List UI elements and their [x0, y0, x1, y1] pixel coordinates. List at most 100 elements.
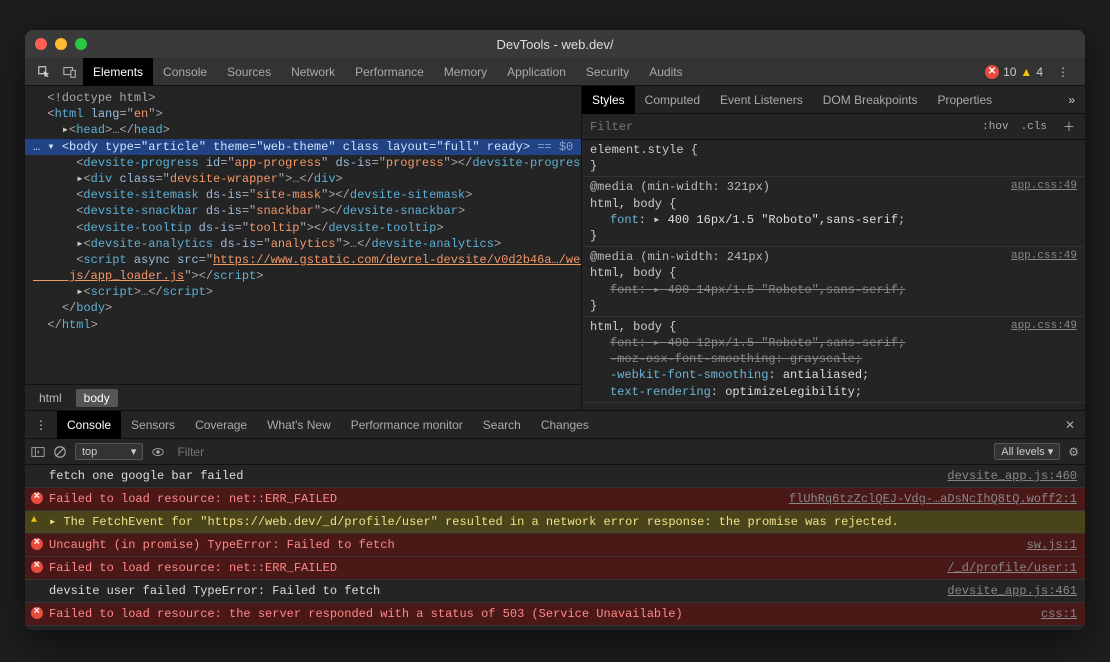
- console-settings-icon[interactable]: ⚙: [1068, 445, 1079, 459]
- minimize-window-button[interactable]: [55, 38, 67, 50]
- dom-node[interactable]: <script async src="https://www.gstatic.c…: [25, 252, 581, 284]
- device-toolbar-icon[interactable]: [57, 65, 83, 79]
- styles-more-tabs[interactable]: »: [1058, 93, 1085, 107]
- rule-source-link[interactable]: app.css:49: [1011, 179, 1077, 194]
- drawer-tab-what-s-new[interactable]: What's New: [257, 411, 341, 439]
- drawer-close-icon[interactable]: ✕: [1055, 418, 1085, 432]
- crumb-body[interactable]: body: [76, 389, 118, 407]
- log-source-link[interactable]: devsite_app.js:460: [947, 467, 1077, 485]
- dom-node[interactable]: … ▾ <body type="article" theme="web-them…: [25, 139, 581, 155]
- rule-source-link[interactable]: app.css:49: [1011, 249, 1077, 264]
- console-filter-input[interactable]: [173, 445, 986, 459]
- dom-node[interactable]: <devsite-snackbar ds-is="snackbar"></dev…: [25, 203, 581, 219]
- drawer-menu-icon[interactable]: ⋮: [25, 418, 57, 432]
- hov-toggle[interactable]: :hov: [976, 121, 1014, 133]
- drawer-tab-changes[interactable]: Changes: [531, 411, 599, 439]
- elements-panel: <!doctype html> <html lang="en"> ▸<head>…: [25, 86, 581, 410]
- dom-node[interactable]: ▸<script>…</script>: [25, 284, 581, 300]
- clear-console-icon[interactable]: [53, 445, 67, 459]
- error-count[interactable]: 10: [1003, 65, 1016, 79]
- css-rule[interactable]: app.css:49html, body {font: ▸ 400 12px/1…: [582, 317, 1085, 403]
- log-source-link[interactable]: devsite_app.js:461: [947, 582, 1077, 600]
- dom-node[interactable]: <devsite-tooltip ds-is="tooltip"></devsi…: [25, 220, 581, 236]
- new-style-rule-button[interactable]: ＋: [1053, 118, 1085, 135]
- rule-source-link[interactable]: app.css:49: [1011, 319, 1077, 334]
- crumb-html[interactable]: html: [31, 389, 70, 407]
- console-message[interactable]: Failed to load resource: net::ERR_FAILED…: [25, 488, 1085, 511]
- styles-filter-input[interactable]: [582, 120, 976, 134]
- console-context-selector[interactable]: top ▾: [75, 443, 143, 460]
- tab-application[interactable]: Application: [497, 58, 576, 86]
- tab-sources[interactable]: Sources: [217, 58, 281, 86]
- dom-node[interactable]: <devsite-progress id="app-progress" ds-i…: [25, 155, 581, 171]
- log-source-link[interactable]: flUhRq6tzZclQEJ-Vdg-…aDsNcIhQ8tQ.woff2:1: [789, 490, 1077, 508]
- styles-subtabs: StylesComputedEvent ListenersDOM Breakpo…: [582, 86, 1085, 114]
- css-rule[interactable]: app.css:49@media (min-width: 241px)html,…: [582, 247, 1085, 317]
- main-area: <!doctype html> <html lang="en"> ▸<head>…: [25, 86, 1085, 410]
- css-rule[interactable]: element.style {}: [582, 140, 1085, 177]
- drawer-tab-console[interactable]: Console: [57, 411, 121, 439]
- console-message[interactable]: devsite user failed TypeError: Failed to…: [25, 580, 1085, 603]
- tab-elements[interactable]: Elements: [83, 58, 153, 86]
- dom-node[interactable]: ▸<div class="devsite-wrapper">…</div>: [25, 171, 581, 187]
- drawer-tabs: ⋮ConsoleSensorsCoverageWhat's NewPerform…: [25, 411, 1085, 439]
- warning-badge-icon[interactable]: ▲: [1020, 65, 1032, 79]
- styles-tab-computed[interactable]: Computed: [635, 86, 710, 114]
- styles-tab-dom-breakpoints[interactable]: DOM Breakpoints: [813, 86, 928, 114]
- tab-security[interactable]: Security: [576, 58, 639, 86]
- log-level-selector[interactable]: All levels ▾: [994, 443, 1060, 460]
- styles-rules-list[interactable]: element.style {}app.css:49@media (min-wi…: [582, 140, 1085, 410]
- styles-tab-properties[interactable]: Properties: [927, 86, 1002, 114]
- dom-node[interactable]: ▸<devsite-analytics ds-is="analytics">…<…: [25, 236, 581, 252]
- window-title: DevTools - web.dev/: [496, 37, 613, 52]
- log-source-link[interactable]: /_d/profile/user:1: [947, 559, 1077, 577]
- main-menu-icon[interactable]: ⋮: [1047, 65, 1079, 79]
- console-prompt[interactable]: [25, 626, 1085, 630]
- drawer-tab-sensors[interactable]: Sensors: [121, 411, 185, 439]
- dom-node[interactable]: ▸<head>…</head>: [25, 122, 581, 138]
- log-text: Failed to load resource: net::ERR_FAILED: [49, 559, 337, 577]
- tab-memory[interactable]: Memory: [434, 58, 497, 86]
- console-message[interactable]: ▸ The FetchEvent for "https://web.dev/_d…: [25, 511, 1085, 534]
- console-log-list[interactable]: fetch one google bar faileddevsite_app.j…: [25, 465, 1085, 630]
- drawer-tab-search[interactable]: Search: [473, 411, 531, 439]
- error-badge-icon[interactable]: ✕: [985, 65, 999, 79]
- log-text: ▸ The FetchEvent for "https://web.dev/_d…: [49, 513, 899, 531]
- console-message[interactable]: Failed to load resource: the server resp…: [25, 603, 1085, 626]
- log-source-link[interactable]: sw.js:1: [1027, 536, 1077, 554]
- dom-tree[interactable]: <!doctype html> <html lang="en"> ▸<head>…: [25, 86, 581, 384]
- breadcrumb: html body: [25, 384, 581, 410]
- cls-toggle[interactable]: .cls: [1015, 121, 1053, 133]
- css-rule[interactable]: app.css:49@media (min-width: 321px)html,…: [582, 177, 1085, 247]
- console-message[interactable]: fetch one google bar faileddevsite_app.j…: [25, 465, 1085, 488]
- dom-node[interactable]: </html>: [25, 317, 581, 333]
- main-toolbar: ElementsConsoleSourcesNetworkPerformance…: [25, 58, 1085, 86]
- tab-network[interactable]: Network: [281, 58, 345, 86]
- dom-node[interactable]: <!doctype html>: [25, 90, 581, 106]
- styles-tab-event-listeners[interactable]: Event Listeners: [710, 86, 813, 114]
- log-text: Failed to load resource: the server resp…: [49, 605, 683, 623]
- zoom-window-button[interactable]: [75, 38, 87, 50]
- inspect-element-icon[interactable]: [31, 65, 57, 79]
- console-message[interactable]: Uncaught (in promise) TypeError: Failed …: [25, 534, 1085, 557]
- dom-node[interactable]: </body>: [25, 300, 581, 316]
- drawer-tab-performance-monitor[interactable]: Performance monitor: [341, 411, 473, 439]
- tab-audits[interactable]: Audits: [639, 58, 692, 86]
- dom-node[interactable]: <html lang="en">: [25, 106, 581, 122]
- tab-performance[interactable]: Performance: [345, 58, 434, 86]
- console-toolbar: top ▾ All levels ▾ ⚙: [25, 439, 1085, 465]
- dom-node[interactable]: <devsite-sitemask ds-is="site-mask"></de…: [25, 187, 581, 203]
- console-message[interactable]: Failed to load resource: net::ERR_FAILED…: [25, 557, 1085, 580]
- devtools-window: DevTools - web.dev/ ElementsConsoleSourc…: [25, 30, 1085, 630]
- warning-count[interactable]: 4: [1036, 65, 1043, 79]
- tab-console[interactable]: Console: [153, 58, 217, 86]
- console-sidebar-toggle-icon[interactable]: [31, 445, 45, 459]
- drawer-tab-coverage[interactable]: Coverage: [185, 411, 257, 439]
- styles-panel: StylesComputedEvent ListenersDOM Breakpo…: [581, 86, 1085, 410]
- close-window-button[interactable]: [35, 38, 47, 50]
- log-source-link[interactable]: css:1: [1041, 605, 1077, 623]
- live-expression-icon[interactable]: [151, 445, 165, 459]
- traffic-lights: [35, 38, 87, 50]
- styles-tab-styles[interactable]: Styles: [582, 86, 635, 114]
- main-panel-tabs: ElementsConsoleSourcesNetworkPerformance…: [83, 58, 693, 86]
